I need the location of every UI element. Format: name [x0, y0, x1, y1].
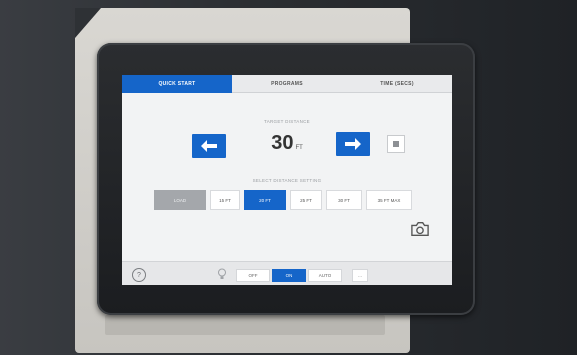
mode-off-button[interactable]: OFF: [236, 269, 270, 282]
touch-screen: QUICK START PROGRAMS TIME (SECS) TARGET …: [122, 75, 452, 285]
distance-option-25[interactable]: 25 FT: [290, 190, 322, 210]
light-mode-selector: OFF ON AUTO ...: [236, 269, 368, 282]
tab-programs[interactable]: PROGRAMS: [232, 75, 342, 93]
mode-on-button[interactable]: ON: [272, 269, 306, 282]
bottom-bar: ? OFF ON AUTO ...: [122, 261, 452, 285]
select-distance-label: SELECT DISTANCE SETTING: [252, 178, 322, 183]
stop-toggle[interactable]: [387, 135, 405, 153]
bracket-bottom-lip: [105, 315, 385, 335]
arrow-right-icon: [345, 138, 361, 150]
distance-option-35-max[interactable]: 35 FT MAX: [366, 190, 412, 210]
distance-option-30[interactable]: 30 FT: [326, 190, 362, 210]
distance-option-load[interactable]: LOAD: [154, 190, 206, 210]
distance-options: LOAD 15 FT 20 FT 25 FT 30 FT 35 FT MAX: [154, 190, 412, 210]
tab-time[interactable]: TIME (SECS): [342, 75, 452, 93]
increase-button[interactable]: [336, 132, 370, 156]
distance-display: 30 FT: [247, 132, 327, 160]
decrease-button[interactable]: [192, 134, 226, 158]
camera-button[interactable]: [408, 219, 432, 239]
help-icon[interactable]: ?: [132, 268, 146, 282]
tab-quick-start[interactable]: QUICK START: [122, 75, 232, 93]
distance-option-15[interactable]: 15 FT: [210, 190, 240, 210]
distance-unit: FT: [295, 145, 303, 151]
distance-value: 30: [271, 132, 294, 154]
arrow-left-icon: [201, 140, 217, 152]
bulb-icon: [218, 268, 226, 279]
tab-bar: QUICK START PROGRAMS TIME (SECS): [122, 75, 452, 93]
mode-auto-button[interactable]: AUTO: [308, 269, 342, 282]
stop-icon: [393, 141, 399, 147]
target-distance-label: TARGET DISTANCE: [263, 119, 310, 124]
more-options-button[interactable]: ...: [352, 269, 368, 282]
distance-option-20[interactable]: 20 FT: [244, 190, 286, 210]
camera-icon: [411, 222, 429, 236]
